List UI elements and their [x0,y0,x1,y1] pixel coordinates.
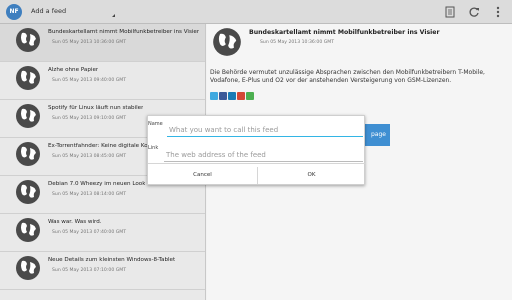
add-feed-dialog: Name Link Cancel OK [147,115,366,186]
link-label: Link [148,145,159,151]
dialog-button-bar: Cancel OK [148,163,366,186]
link-input-underline [164,161,363,162]
feed-url-input[interactable] [166,150,356,160]
name-input-underline [167,136,363,137]
cancel-button[interactable]: Cancel [148,164,257,186]
ok-button[interactable]: OK [257,164,366,186]
feed-name-input[interactable] [169,125,359,135]
name-label: Name [148,121,163,127]
